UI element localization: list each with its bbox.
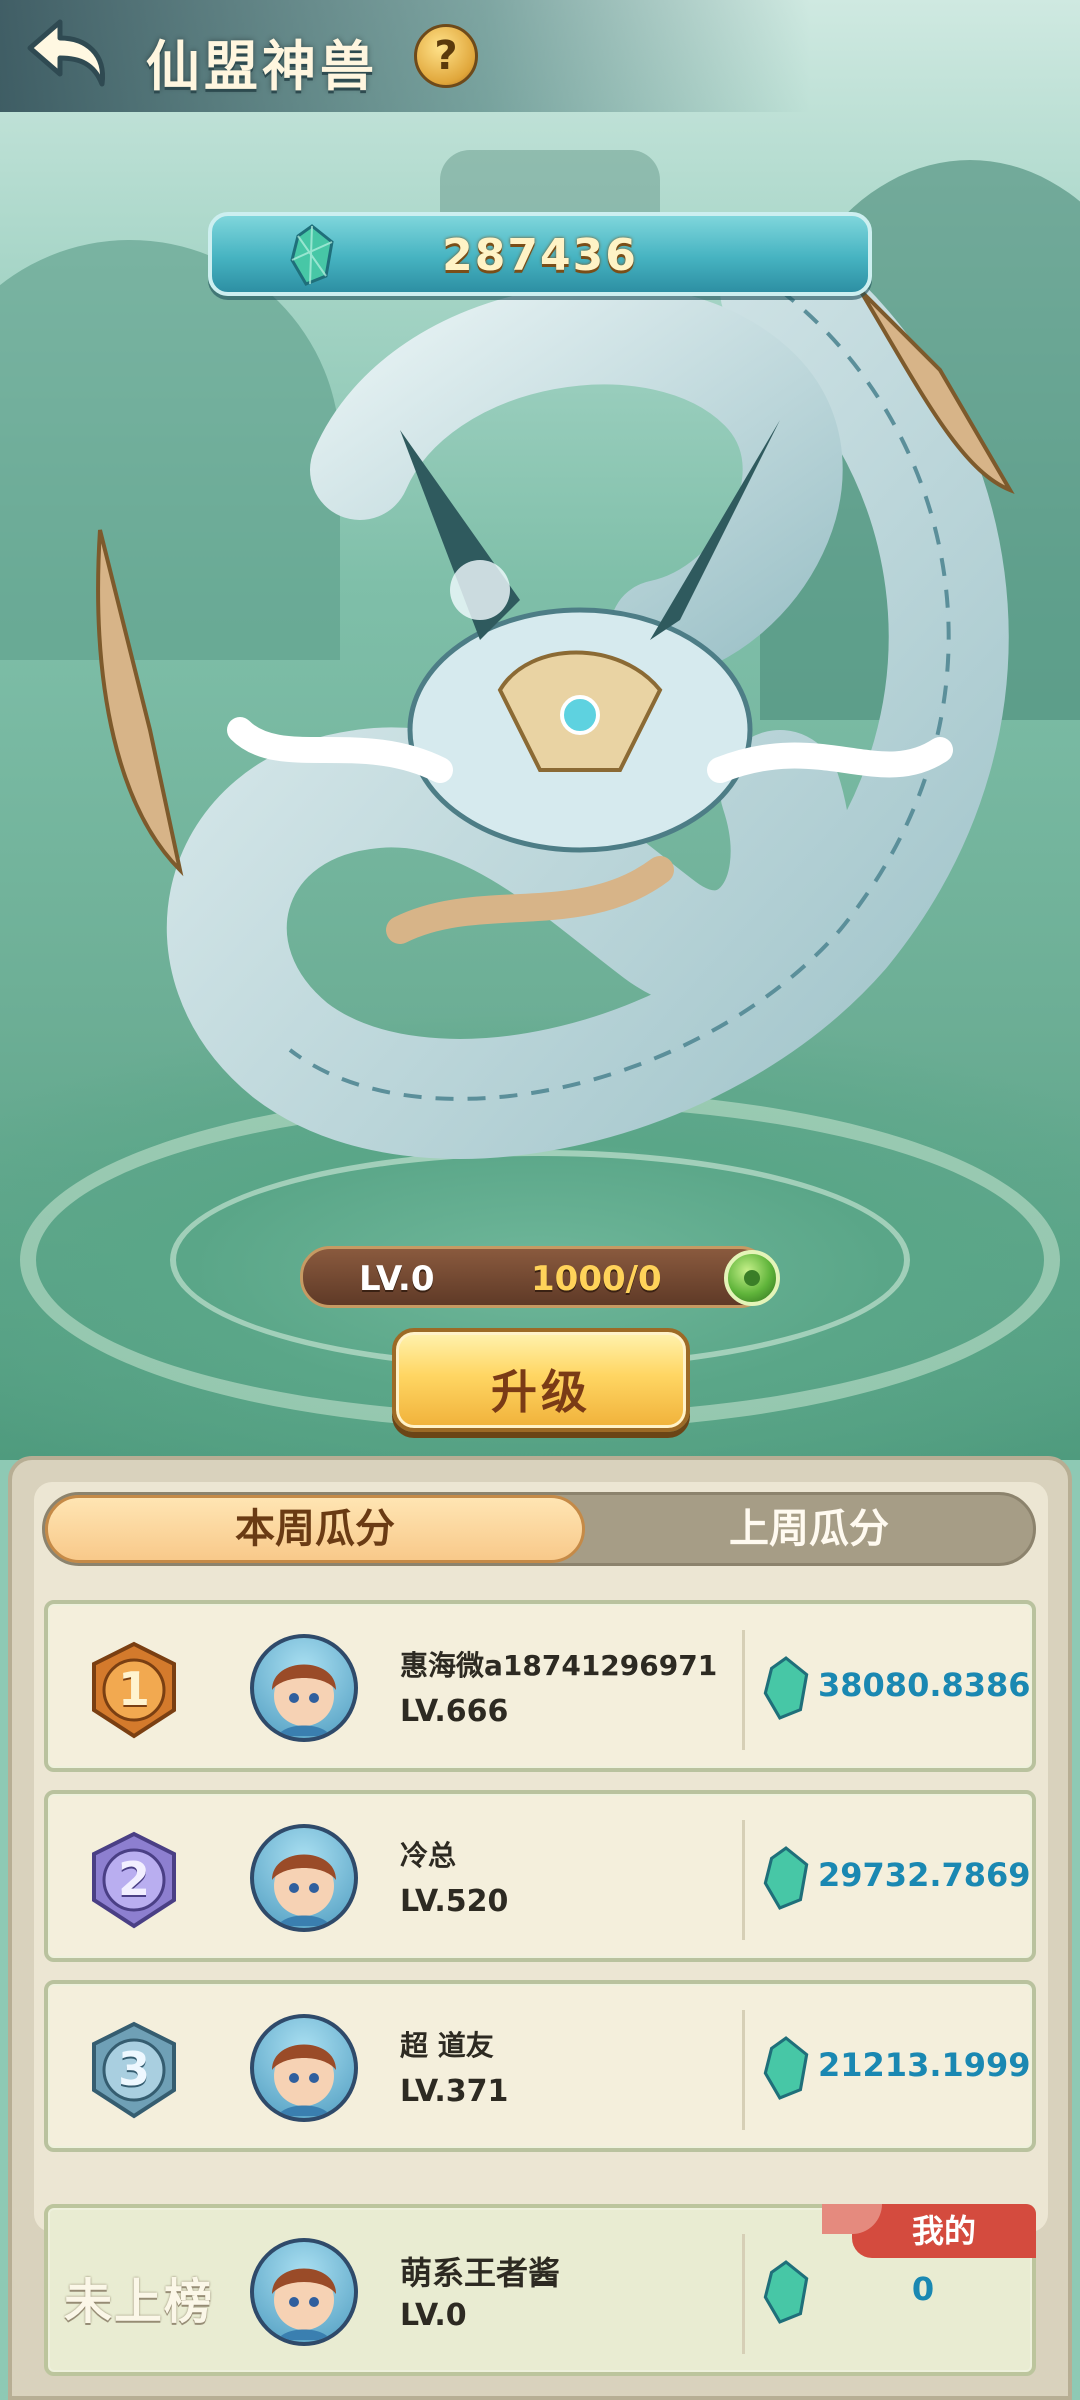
avatar bbox=[250, 1824, 358, 1932]
my-avatar bbox=[250, 2238, 358, 2346]
not-ranked-label: 未上榜 bbox=[64, 2274, 215, 2330]
tab-this-week[interactable]: 本周瓜分 bbox=[45, 1495, 585, 1563]
avatar bbox=[250, 1634, 358, 1742]
currency-value: 287436 bbox=[442, 230, 638, 281]
avatar-portrait bbox=[272, 2044, 336, 2116]
my-player-level: LV.0 bbox=[400, 2298, 467, 2333]
player-level: LV.520 bbox=[400, 1884, 509, 1919]
beast-level-bar: LV.0 1000/0 bbox=[300, 1246, 770, 1308]
my-ranking-row: 未上榜 萌系王者酱 LV.0 0 我的 bbox=[44, 2204, 1036, 2376]
player-level: LV.371 bbox=[400, 2074, 509, 2109]
rank-number: 3 bbox=[117, 2042, 150, 2096]
divider bbox=[742, 1630, 745, 1750]
mine-tag: 我的 bbox=[822, 2204, 1036, 2258]
beast-exp: 1000/0 bbox=[531, 1259, 662, 1299]
beast-level: LV.0 bbox=[359, 1259, 435, 1299]
upgrade-button[interactable]: 升级 bbox=[392, 1328, 690, 1432]
rank-badge-silver: 2 bbox=[82, 1830, 186, 1930]
player-score: 38080.8386 bbox=[818, 1666, 1031, 1704]
jade-disc-icon bbox=[724, 1250, 780, 1306]
player-level: LV.666 bbox=[400, 1694, 509, 1729]
ranking-row: 3 超 道友 LV.371 21213.1999 bbox=[44, 1980, 1036, 2152]
upgrade-button-label: 升级 bbox=[491, 1365, 591, 1419]
back-arrow-icon bbox=[27, 19, 105, 87]
ranking-row: 2 冷总 LV.520 29732.7869 bbox=[44, 1790, 1036, 1962]
ranking-tabs: 本周瓜分 上周瓜分 bbox=[42, 1492, 1036, 1566]
currency-bar: 287436 bbox=[208, 212, 872, 296]
rank-number: 1 bbox=[117, 1662, 150, 1716]
my-player-score: 0 bbox=[911, 2270, 935, 2308]
divider bbox=[742, 2234, 745, 2354]
spirit-crystal-icon bbox=[763, 2260, 809, 2324]
divine-beast-dragon-illustration bbox=[96, 230, 1015, 1159]
player-name: 惠海微a18741296971 bbox=[400, 1649, 718, 1682]
ranking-row: 1 惠海微a18741296971 LV.666 38080.8386 bbox=[44, 1600, 1036, 1772]
rank-badge-bronze: 3 bbox=[82, 2020, 186, 2120]
rank-number: 2 bbox=[117, 1852, 150, 1906]
avatar bbox=[250, 2014, 358, 2122]
back-button[interactable] bbox=[22, 14, 112, 94]
avatar-portrait bbox=[272, 1854, 336, 1926]
spirit-crystal-icon bbox=[763, 2036, 809, 2100]
page-title: 仙盟神兽 bbox=[146, 34, 378, 98]
player-name: 冷总 bbox=[400, 1839, 457, 1872]
my-player-name: 萌系王者酱 bbox=[400, 2254, 561, 2292]
avatar-portrait bbox=[272, 1664, 336, 1736]
divider bbox=[742, 2010, 745, 2130]
spirit-crystal-icon bbox=[763, 1846, 809, 1910]
player-score: 29732.7869 bbox=[818, 1856, 1031, 1894]
player-name: 超 道友 bbox=[400, 2029, 494, 2062]
tab-last-week[interactable]: 上周瓜分 bbox=[585, 1495, 1033, 1563]
spirit-crystal-icon bbox=[763, 1656, 809, 1720]
rank-badge-gold: 1 bbox=[82, 1640, 186, 1740]
help-button[interactable]: ? bbox=[414, 24, 478, 88]
divider bbox=[742, 1820, 745, 1940]
avatar-portrait bbox=[272, 2268, 336, 2340]
top-bar: 仙盟神兽 ? bbox=[0, 0, 1080, 112]
player-score: 21213.1999 bbox=[818, 2046, 1031, 2084]
